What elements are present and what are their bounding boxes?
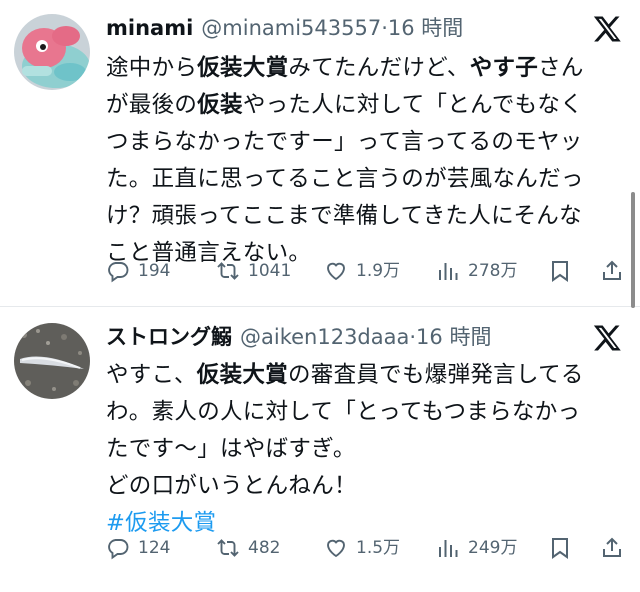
text-segment: け？頑張ってここまで準備してきた人にそんな bbox=[106, 203, 582, 229]
views-button[interactable]: 278万 bbox=[436, 256, 517, 286]
share-upload-icon bbox=[603, 260, 621, 280]
tweet-actions: 194 1041 1.9万 278万 bbox=[106, 256, 626, 286]
text-segment: の審査員でも爆弾発言してる bbox=[287, 362, 584, 388]
like-button[interactable]: 1.9万 bbox=[324, 256, 400, 286]
bookmark-icon bbox=[552, 538, 568, 559]
repost-arrows-icon bbox=[217, 539, 239, 557]
bold-keyword: 仮装 bbox=[197, 92, 243, 118]
share-button[interactable] bbox=[600, 533, 632, 563]
avatar-image bbox=[14, 323, 90, 399]
text-segment: 途中から bbox=[106, 55, 198, 81]
share-upload-icon bbox=[603, 537, 621, 557]
reply-bubble-icon bbox=[108, 539, 129, 560]
bold-keyword: やす子 bbox=[469, 55, 539, 81]
reply-bubble-icon bbox=[108, 262, 129, 283]
heart-icon bbox=[327, 262, 345, 281]
tweet-text-line: 途中から仮装大賞みてたんだけど、やす子さん bbox=[106, 50, 626, 87]
avatar-image bbox=[14, 14, 90, 90]
share-button[interactable] bbox=[600, 256, 632, 286]
text-segment: みてたんだけど、 bbox=[288, 55, 470, 81]
tweet-header: ストロング鰯 @aiken123daaa·16 時間 bbox=[106, 323, 570, 351]
tweet-text-line: どの口がいうとんねん！ bbox=[106, 468, 626, 505]
bold-keyword: 仮装大賞 bbox=[197, 55, 289, 81]
x-logo-icon bbox=[592, 323, 622, 353]
like-button[interactable]: 1.5万 bbox=[324, 533, 400, 563]
text-segment: わ。素人の人に対して「とってもつまらなかっ bbox=[106, 399, 581, 425]
repost-arrows-icon bbox=[217, 262, 239, 280]
timestamp[interactable]: ·16 時間 bbox=[409, 325, 491, 349]
tweet-text-line: つまらなかったですー」って言ってるのモヤッ bbox=[106, 124, 626, 161]
tweet-text-line: わ。素人の人に対して「とってもつまらなかっ bbox=[106, 394, 626, 431]
x-logo-icon bbox=[592, 14, 622, 44]
text-segment: たです〜」はやばすぎ。 bbox=[106, 436, 356, 462]
bold-keyword: 仮装大賞 bbox=[196, 362, 288, 388]
tweet-text-line: け？頑張ってここまで準備してきた人にそんな bbox=[106, 198, 626, 235]
tweet-text: やすこ、仮装大賞の審査員でも爆弾発言してるわ。素人の人に対して「とってもつまらな… bbox=[106, 357, 626, 542]
tweet-text-line: が最後の仮装やった人に対して「とんでもなく bbox=[106, 87, 626, 124]
bar-chart-icon bbox=[439, 263, 458, 280]
user-handle[interactable]: @aiken123daaa bbox=[240, 325, 409, 349]
tweet-text-line: たです〜」はやばすぎ。 bbox=[106, 431, 626, 468]
reply-button[interactable]: 124 bbox=[106, 533, 170, 563]
views-button[interactable]: 249万 bbox=[436, 533, 517, 563]
reply-count: 194 bbox=[138, 261, 171, 281]
like-count: 1.5万 bbox=[356, 538, 401, 558]
bookmark-button[interactable] bbox=[548, 533, 580, 563]
view-count: 249万 bbox=[468, 538, 518, 558]
bookmark-button[interactable] bbox=[548, 256, 580, 286]
avatar[interactable] bbox=[14, 323, 90, 399]
repost-button[interactable]: 482 bbox=[216, 533, 280, 563]
avatar[interactable] bbox=[14, 14, 90, 90]
display-name[interactable]: minami bbox=[106, 16, 193, 40]
tweet-text: 途中から仮装大賞みてたんだけど、やす子さん が最後の仮装やった人に対して「とんでも… bbox=[106, 50, 626, 272]
reply-button[interactable]: 194 bbox=[106, 256, 170, 286]
user-handle[interactable]: @minami543557 bbox=[201, 16, 381, 40]
bookmark-icon bbox=[552, 261, 568, 282]
scrollbar[interactable] bbox=[631, 192, 635, 308]
bar-chart-icon bbox=[439, 540, 458, 557]
tweet-header: minami @minami543557·16 時間 bbox=[106, 14, 570, 42]
repost-button[interactable]: 1041 bbox=[216, 256, 291, 286]
reply-count: 124 bbox=[138, 538, 171, 558]
display-name[interactable]: ストロング鰯 bbox=[106, 325, 232, 349]
tweet-card[interactable]: minami @minami543557·16 時間 途中から仮装大賞みてたんだけ… bbox=[0, 0, 640, 306]
timestamp[interactable]: ·16 時間 bbox=[381, 16, 463, 40]
tweet-card[interactable]: ストロング鰯 @aiken123daaa·16 時間 やすこ、仮装大賞の審査員でも… bbox=[0, 306, 640, 592]
text-segment: さん bbox=[538, 55, 584, 81]
heart-icon bbox=[327, 539, 345, 558]
tweet-text-line: やすこ、仮装大賞の審査員でも爆弾発言してる bbox=[106, 357, 626, 394]
text-segment: が最後の bbox=[106, 92, 198, 118]
view-count: 278万 bbox=[468, 261, 518, 281]
tweet-actions: 124 482 1.5万 249万 bbox=[106, 533, 626, 563]
repost-count: 482 bbox=[248, 538, 281, 558]
text-segment: た。正直に思ってること言うのが芸風なんだっ bbox=[106, 166, 584, 192]
text-segment: つまらなかったですー」って言ってるのモヤッ bbox=[106, 129, 583, 155]
text-segment: やった人に対して「とんでもなく bbox=[242, 92, 584, 118]
tweet-text-line: た。正直に思ってること言うのが芸風なんだっ bbox=[106, 161, 626, 198]
text-segment: どの口がいうとんねん！ bbox=[106, 473, 357, 499]
repost-count: 1041 bbox=[248, 261, 292, 281]
like-count: 1.9万 bbox=[356, 261, 401, 281]
text-segment: やすこ、 bbox=[106, 362, 197, 388]
